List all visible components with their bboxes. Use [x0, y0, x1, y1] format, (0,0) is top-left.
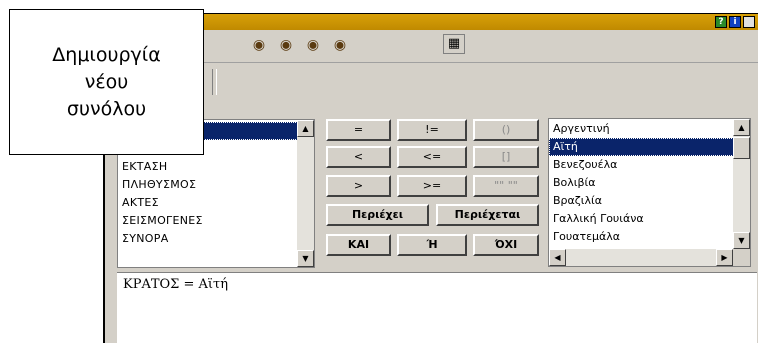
- scroll-right-icon[interactable]: ▶: [716, 249, 733, 266]
- scroll-up-icon[interactable]: ▲: [733, 119, 750, 136]
- brackets-button[interactable]: []: [473, 146, 539, 168]
- list-item[interactable]: Βολιβία: [549, 174, 750, 192]
- parentheses-button[interactable]: (): [473, 119, 539, 141]
- expression-field[interactable]: ΚΡΑΤΟΣ = Αϊτή: [117, 272, 757, 344]
- money-bag-transfer-icon[interactable]: ◉: [331, 36, 349, 54]
- quotes-button[interactable]: "" "": [473, 175, 539, 197]
- list-item[interactable]: Βραζιλία: [549, 192, 750, 210]
- scroll-down-icon[interactable]: ▼: [733, 232, 750, 249]
- contains-button[interactable]: Περιέχει: [326, 204, 429, 226]
- expression-text: ΚΡΑΤΟΣ = Αϊτή: [123, 277, 228, 292]
- not-button[interactable]: ΌΧΙ: [473, 234, 539, 256]
- list-item[interactable]: Αϊτή: [549, 138, 750, 156]
- values-scrollbar[interactable]: ▲ ▼: [733, 119, 750, 249]
- scroll-down-icon[interactable]: ▼: [297, 250, 314, 267]
- list-item[interactable]: ΣΥΝΟΡΑ: [118, 230, 314, 248]
- equals-button[interactable]: =: [326, 119, 391, 141]
- list-item[interactable]: Γαλλική Γουιάνα: [549, 210, 750, 228]
- maximize-icon[interactable]: [743, 16, 755, 28]
- list-item[interactable]: Βενεζουέλα: [549, 156, 750, 174]
- table-grid-icon[interactable]: ▦: [443, 34, 465, 54]
- scroll-thumb[interactable]: [733, 137, 750, 159]
- values-hscrollbar[interactable]: ◀ ▶: [549, 249, 733, 266]
- list-item[interactable]: Αργεντινή: [549, 120, 750, 138]
- callout-box: Δημιουργία νέου συνόλου: [9, 9, 204, 155]
- list-item[interactable]: ΑΚΤΕΣ: [118, 194, 314, 212]
- and-button[interactable]: ΚΑΙ: [326, 234, 391, 256]
- less-equal-button[interactable]: <=: [397, 146, 467, 168]
- greater-equal-button[interactable]: >=: [397, 175, 467, 197]
- fields-scrollbar[interactable]: ▲ ▼: [297, 120, 314, 267]
- greater-than-button[interactable]: >: [326, 175, 391, 197]
- tab-separator: [212, 69, 217, 95]
- scroll-up-icon[interactable]: ▲: [297, 120, 314, 137]
- info-icon[interactable]: i: [729, 16, 741, 28]
- money-bag-remove-icon[interactable]: ◉: [304, 36, 322, 54]
- callout-text: Δημιουργία νέου συνόλου: [52, 43, 161, 120]
- not-equals-button[interactable]: !=: [397, 119, 467, 141]
- scroll-left-icon[interactable]: ◀: [549, 249, 566, 266]
- list-item[interactable]: ΠΛΗΘΥΣΜΟΣ: [118, 176, 314, 194]
- values-list[interactable]: Αργεντινή Αϊτή Βενεζουέλα Βολιβία Βραζιλ…: [548, 118, 751, 267]
- or-button[interactable]: Ή: [397, 234, 467, 256]
- list-item[interactable]: Γουατεμάλα: [549, 228, 750, 246]
- list-item[interactable]: ΕΚΤΑΣΗ: [118, 158, 314, 176]
- less-than-button[interactable]: <: [326, 146, 391, 168]
- contained-button[interactable]: Περιέχεται: [436, 204, 539, 226]
- list-item[interactable]: ΣΕΙΣΜΟΓΕΝΕΣ: [118, 212, 314, 230]
- money-bag-icon[interactable]: ◉: [250, 36, 268, 54]
- scroll-corner: [733, 249, 750, 266]
- help-icon[interactable]: ?: [715, 16, 727, 28]
- money-bag-add-icon[interactable]: ◉: [277, 36, 295, 54]
